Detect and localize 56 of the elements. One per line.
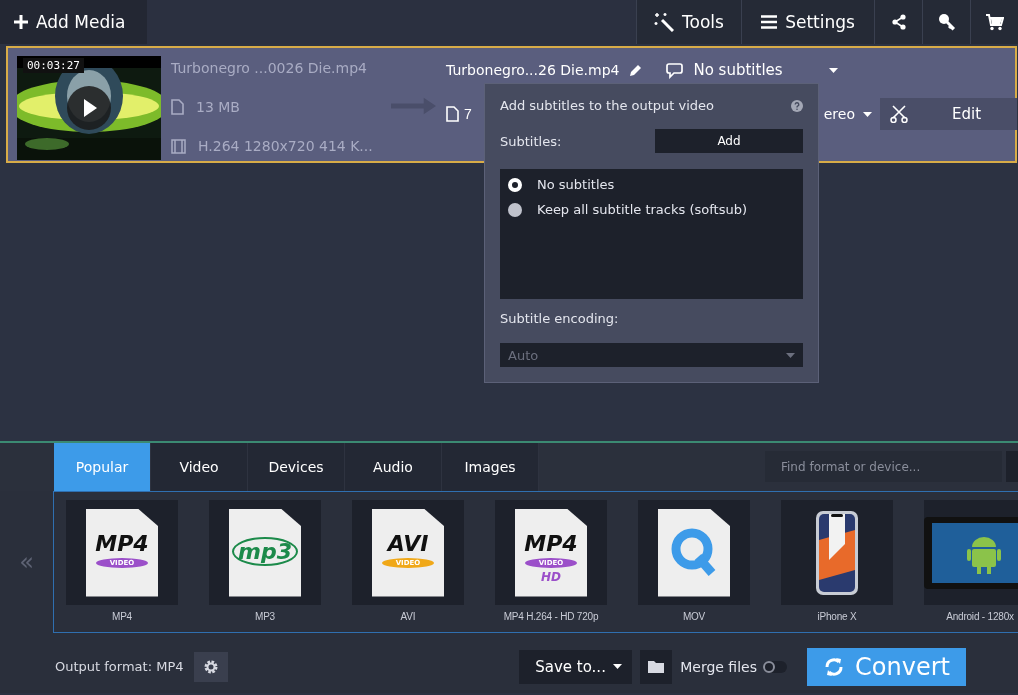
magic-wand-icon: [654, 12, 675, 32]
encoding-label: Subtitle encoding:: [500, 311, 620, 326]
video-file-icon: [658, 508, 730, 597]
radio-option[interactable]: No subtitles: [508, 177, 795, 192]
plus-icon: [14, 15, 28, 29]
settings-button[interactable]: Settings: [741, 0, 874, 44]
format-tab[interactable]: Audio: [345, 443, 442, 491]
key-button[interactable]: [922, 0, 970, 44]
duration-label: 00:03:27: [23, 58, 84, 73]
merge-toggle[interactable]: [763, 660, 787, 673]
caret-icon: [828, 67, 838, 73]
add-media-button[interactable]: Add Media: [0, 0, 147, 44]
radio-option[interactable]: Keep all subtitle tracks (softsub): [508, 202, 795, 217]
edit-button[interactable]: Edit: [880, 98, 1017, 130]
audio-dropdown[interactable]: ereo: [823, 106, 855, 122]
help-icon[interactable]: [791, 99, 803, 112]
source-file-size: 13 MB: [196, 99, 240, 115]
source-file-name: Turbonegro ...0026 Die.mp4: [171, 60, 368, 76]
caret-icon: [786, 352, 795, 358]
gear-icon: [202, 658, 219, 675]
tools-button[interactable]: Tools: [636, 0, 741, 44]
tablet-icon: [924, 516, 1018, 589]
file-icon: [446, 106, 459, 122]
cart-button[interactable]: [970, 0, 1018, 44]
scissors-icon: [890, 105, 908, 123]
pencil-icon[interactable]: [629, 63, 643, 77]
popup-title: Add subtitles to the output video: [500, 98, 715, 113]
audio-file-icon: mp3: [229, 508, 301, 597]
add-button[interactable]: Add: [655, 129, 803, 153]
format-tab[interactable]: Video: [151, 443, 248, 491]
format-tab[interactable]: Images: [442, 443, 539, 491]
output-file-size: 7: [464, 106, 472, 122]
settings-button[interactable]: [193, 651, 228, 682]
format-tab[interactable]: Devices: [248, 443, 345, 491]
speech-bubble-icon: [666, 61, 684, 79]
caret-icon: [863, 111, 872, 117]
play-icon[interactable]: [67, 86, 111, 130]
subtitles-dropdown[interactable]: No subtitles: [660, 60, 844, 80]
share-icon: [890, 14, 907, 30]
output-format-label: Output format: MP4: [55, 659, 184, 674]
folder-icon: [648, 660, 665, 673]
menu-icon: [761, 15, 778, 29]
subtitles-label: Subtitles:: [500, 133, 562, 149]
merge-files-label: Merge files: [680, 658, 757, 675]
smartphone-icon: [815, 509, 859, 596]
caret-icon: [613, 664, 623, 669]
save-to-dropdown[interactable]: Save to...: [519, 649, 633, 684]
source-codec-info: H.264 1280x720 414 K...: [198, 138, 373, 154]
film-icon: [171, 138, 186, 154]
search-field[interactable]: Find format or device...: [765, 451, 1002, 482]
key-icon: [937, 13, 956, 31]
share-button[interactable]: [874, 0, 922, 44]
folder-button[interactable]: [640, 649, 673, 684]
output-file-name: Turbonegro...26 Die.mp4: [446, 62, 620, 78]
file-icon: [171, 99, 184, 115]
cart-icon: [985, 13, 1004, 31]
